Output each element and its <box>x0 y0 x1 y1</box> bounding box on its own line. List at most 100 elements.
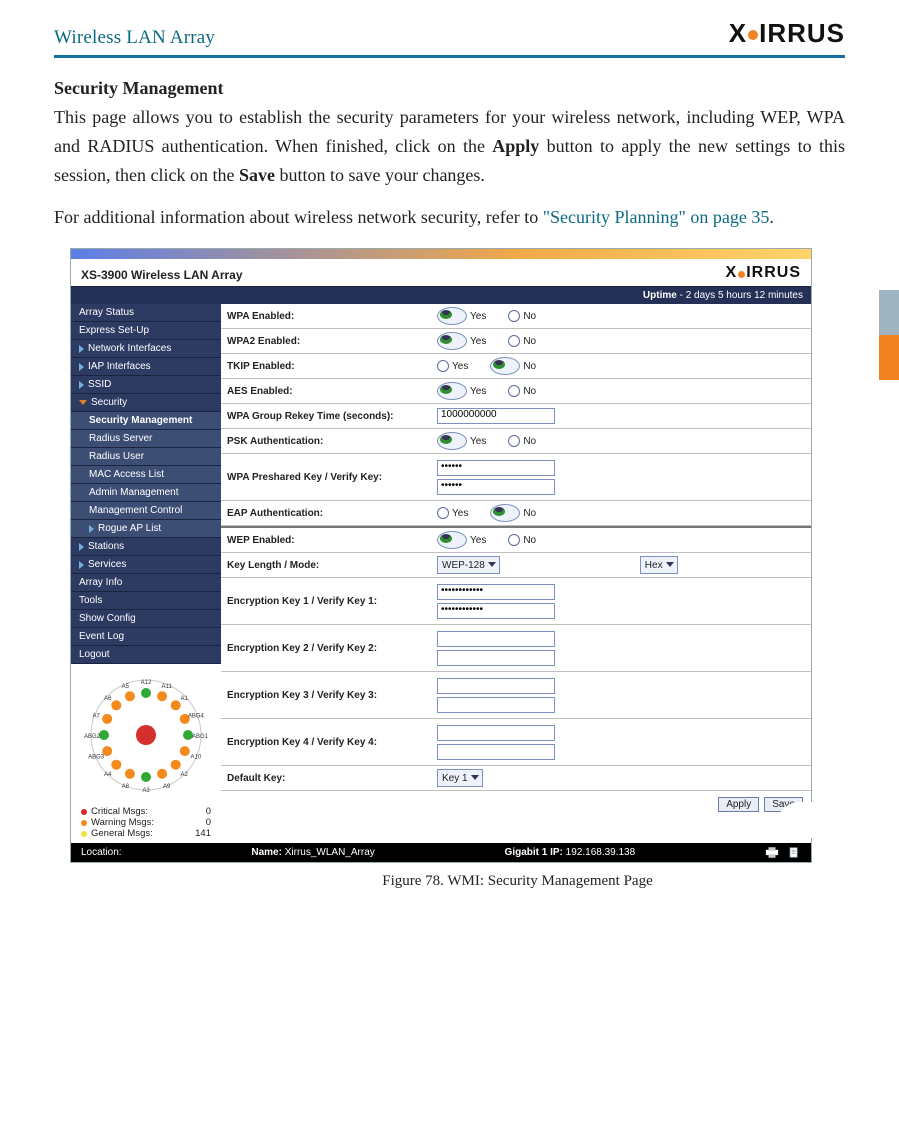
svg-text:A5: A5 <box>122 684 130 690</box>
settings-panel: WPA Enabled:YesNoWPA2 Enabled:YesNoTKIP … <box>221 304 811 843</box>
nav-stations[interactable]: Stations <box>71 538 221 556</box>
setting-label: WEP Enabled: <box>227 535 437 546</box>
setting-label: TKIP Enabled: <box>227 361 437 372</box>
chevron-right-icon <box>79 363 84 371</box>
print-icon[interactable] <box>765 847 779 858</box>
radio-no[interactable]: No <box>508 335 536 347</box>
figure-caption: Figure 78. WMI: Security Management Page <box>190 873 845 890</box>
setting-row: Encryption Key 2 / Verify Key 2: <box>221 625 811 672</box>
setting-label: WPA Enabled: <box>227 311 437 322</box>
setting-row: WEP Enabled:Yes No <box>221 526 811 553</box>
svg-text:A6: A6 <box>104 696 112 702</box>
setting-label: EAP Authentication: <box>227 508 437 519</box>
nav-mac-access-list[interactable]: MAC Access List <box>71 466 221 484</box>
setting-row: Default Key:Key 1 <box>221 766 811 791</box>
security-planning-link[interactable]: "Security Planning" on page 35 <box>543 207 770 227</box>
footer-location: Location: <box>81 847 122 858</box>
nav-radius-user[interactable]: Radius User <box>71 448 221 466</box>
nav-admin-management[interactable]: Admin Management <box>71 484 221 502</box>
password-input[interactable] <box>437 744 555 760</box>
radio-yes[interactable]: Yes <box>437 332 486 350</box>
svg-text:ABG1: ABG1 <box>192 734 209 740</box>
text-input[interactable]: 1000000000 <box>437 408 555 424</box>
nav-management-control[interactable]: Management Control <box>71 502 221 520</box>
setting-row: Key Length / Mode:WEP-128Hex <box>221 553 811 578</box>
nav-array-info[interactable]: Array Info <box>71 574 221 592</box>
svg-text:A9: A9 <box>163 784 171 790</box>
apply-button[interactable]: Apply <box>718 797 759 812</box>
setting-row: EAP Authentication:Yes No <box>221 501 811 526</box>
radio-no[interactable]: No <box>490 504 536 522</box>
setting-label: Encryption Key 4 / Verify Key 4: <box>227 737 437 748</box>
password-input[interactable] <box>437 725 555 741</box>
setting-label: Encryption Key 3 / Verify Key 3: <box>227 690 437 701</box>
radio-no[interactable]: No <box>490 357 536 375</box>
setting-row: WPA2 Enabled:Yes No <box>221 329 811 354</box>
radio-yes[interactable]: Yes <box>437 531 486 549</box>
brand-logo-small: XIRRUS <box>726 264 801 282</box>
nav-rogue-ap-list[interactable]: Rogue AP List <box>71 520 221 538</box>
nav-tools[interactable]: Tools <box>71 592 221 610</box>
nav-security-management[interactable]: Security Management <box>71 412 221 430</box>
default-key-select[interactable]: Key 1 <box>437 769 483 787</box>
uptime-bar: Uptime - 2 days 5 hours 12 minutes <box>71 286 811 304</box>
setting-label: WPA2 Enabled: <box>227 336 437 347</box>
gradient-bar <box>71 249 811 259</box>
password-input[interactable]: •••••• <box>437 460 555 476</box>
password-input[interactable]: •••••••••••• <box>437 584 555 600</box>
nav-ssid[interactable]: SSID <box>71 376 221 394</box>
setting-label: PSK Authentication: <box>227 436 437 447</box>
svg-text:A4: A4 <box>104 772 112 778</box>
nav-logout[interactable]: Logout <box>71 646 221 664</box>
wmi-footer-bar: Location: Name: Xirrus_WLAN_Array Gigabi… <box>71 843 811 862</box>
password-input[interactable]: •••••• <box>437 479 555 495</box>
svg-text:ABG2: ABG2 <box>84 734 101 740</box>
password-input[interactable] <box>437 631 555 647</box>
header-rule <box>54 55 845 58</box>
password-input[interactable] <box>437 650 555 666</box>
setting-row: Encryption Key 3 / Verify Key 3: <box>221 672 811 719</box>
nav-express-set-up[interactable]: Express Set-Up <box>71 322 221 340</box>
svg-text:A3: A3 <box>142 788 150 794</box>
password-input[interactable] <box>437 697 555 713</box>
save-button[interactable]: Save <box>764 797 803 812</box>
page-icon[interactable] <box>787 847 801 858</box>
setting-label: AES Enabled: <box>227 386 437 397</box>
chevron-right-icon <box>79 561 84 569</box>
side-thumb-tab <box>879 290 899 380</box>
nav-iap-interfaces[interactable]: IAP Interfaces <box>71 358 221 376</box>
nav-radius-server[interactable]: Radius Server <box>71 430 221 448</box>
svg-text:A10: A10 <box>191 755 202 761</box>
key-length-select[interactable]: WEP-128 <box>437 556 500 574</box>
nav-services[interactable]: Services <box>71 556 221 574</box>
password-input[interactable]: •••••••••••• <box>437 603 555 619</box>
setting-row: WPA Enabled:Yes No <box>221 304 811 329</box>
radio-yes[interactable]: Yes <box>437 360 468 372</box>
radio-no[interactable]: No <box>508 310 536 322</box>
radio-no[interactable]: No <box>508 435 536 447</box>
device-title: XS-3900 Wireless LAN Array <box>81 268 243 282</box>
nav-event-log[interactable]: Event Log <box>71 628 221 646</box>
nav-network-interfaces[interactable]: Network Interfaces <box>71 340 221 358</box>
setting-row: Encryption Key 4 / Verify Key 4: <box>221 719 811 766</box>
nav-array-status[interactable]: Array Status <box>71 304 221 322</box>
chevron-right-icon <box>79 543 84 551</box>
svg-text:A7: A7 <box>92 714 100 720</box>
setting-row: WPA Preshared Key / Verify Key:•••••••••… <box>221 454 811 501</box>
setting-label: Encryption Key 1 / Verify Key 1: <box>227 596 437 607</box>
nav-security[interactable]: Security <box>71 394 221 412</box>
svg-text:A8: A8 <box>122 784 130 790</box>
radio-yes[interactable]: Yes <box>437 507 468 519</box>
setting-label: Default Key: <box>227 773 437 784</box>
nav-show-config[interactable]: Show Config <box>71 610 221 628</box>
password-input[interactable] <box>437 678 555 694</box>
wmi-screenshot: XS-3900 Wireless LAN Array XIRRUS Uptime… <box>70 248 812 863</box>
radio-no[interactable]: No <box>508 534 536 546</box>
key-mode-select[interactable]: Hex <box>640 556 678 574</box>
svg-text:ABG3: ABG3 <box>88 755 105 761</box>
radio-yes[interactable]: Yes <box>437 307 486 325</box>
svg-text:A11: A11 <box>162 684 173 690</box>
radio-no[interactable]: No <box>508 385 536 397</box>
radio-yes[interactable]: Yes <box>437 432 486 450</box>
radio-yes[interactable]: Yes <box>437 382 486 400</box>
